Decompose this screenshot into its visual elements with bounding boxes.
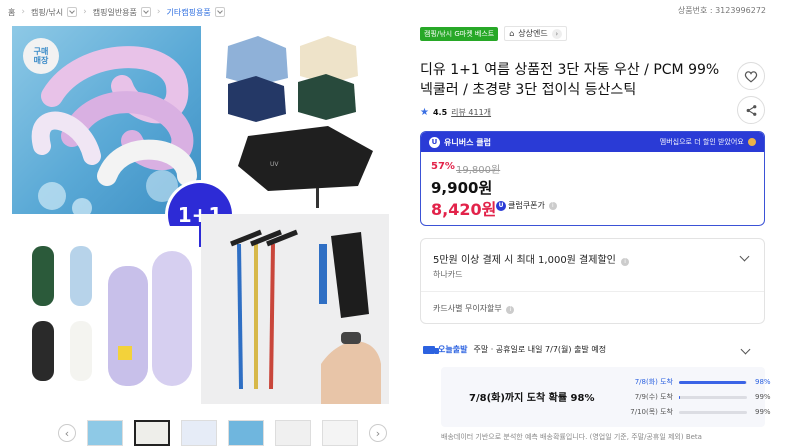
breadcrumb-item-general[interactable]: 캠핑일반용품 [93,7,137,18]
chevron-down-icon[interactable] [214,7,225,17]
installment-label: 카드사별 무이자할부 [433,304,502,313]
store-badge: 구매 매장 [23,38,59,74]
arrival-date: 7/8(화) 도착 [634,378,673,386]
breadcrumb-home[interactable]: 홈 [8,7,15,18]
payment-benefit-box[interactable]: 5만원 이상 결제 시 최대 1,000원 결제할인 i 하나카드 카드사별 무… [420,238,765,324]
coin-icon [748,138,756,146]
payment-discount-text: 5만원 이상 결제 시 최대 1,000원 결제할인 i [433,251,630,266]
thumbnail-item[interactable] [275,420,311,446]
product-info-pane: 캠핑/낚시 G마켓 베스트 ⌂ 상상엔드 › 디유 1+1 여름 상품전 3단 … [419,0,800,446]
product-image-umbrellas[interactable]: UV [208,26,390,214]
card-name: 하나카드 [433,270,463,279]
original-price: 19,800원 [456,165,501,176]
breadcrumb-item-current[interactable]: 기타캠핑용품 [167,7,211,18]
product-image-trekking-poles[interactable] [201,214,389,404]
delivery-headline: 주말 · 공휴일로 내일 7/7(월) 출발 예정 [473,345,607,354]
thumbnail-item[interactable] [134,420,170,446]
chevron-right-icon: › [21,7,25,17]
payment-discount-label: 5만원 이상 결제 시 최대 1,000원 결제할인 [433,255,616,266]
info-icon[interactable]: i [506,306,515,314]
product-title: 디유 1+1 여름 상품전 3단 자동 우산 / PCM 99% 넥쿨러 / 초… [420,62,720,98]
rating-row: ★ 4.5 리뷰 411개 [420,107,491,118]
chevron-down-icon[interactable] [140,7,151,17]
delivery-note: 배송데이터 기반으로 분석한 예측 배송확률입니다. (영업일 기준, 주말/공… [441,433,702,441]
arrival-pct: 98% [755,378,771,386]
svg-text:UV: UV [270,161,279,168]
arrival-row: 7/9(수) 도착 99% [623,392,777,402]
info-icon[interactable]: i [621,258,630,266]
tag-row: 캠핑/낚시 G마켓 베스트 ⌂ 상상엔드 › [420,26,567,41]
arrival-probability-box: 7/8(화)까지 도착 확률 98% 7/8(화) 도착 98% 7/9(수) … [441,367,771,427]
arrival-pct: 99% [755,393,771,401]
wishlist-button[interactable] [737,62,765,90]
delivery-section: 오늘출발 주말 · 공휴일로 내일 7/7(월) 출발 예정 7/8(화)까지 … [420,344,771,446]
thumbnail-item[interactable] [322,420,358,446]
arrival-row: 7/10(목) 도착 99% [623,407,777,417]
arrival-date: 7/10(목) 도착 [630,408,673,416]
discount-rate: 57% [431,161,455,172]
thumbnail-item[interactable] [228,420,264,446]
thumbnail-item[interactable] [181,420,217,446]
share-button[interactable] [737,96,765,124]
arrival-estimate: 7/8(화)까지 도착 확률 98% [469,393,595,404]
thumbnail-item[interactable] [87,420,123,446]
share-icon [746,104,756,116]
chevron-left-icon[interactable]: ‹ [58,424,76,442]
truck-icon [423,345,439,354]
club-logo-icon: U [496,200,506,211]
today-shipping-label: 오늘출발 [423,344,467,355]
arrival-pct: 99% [755,408,771,416]
universe-club-header[interactable]: U 유니버스 클럽 멤버십으로 더 할인 받았어요 [421,132,764,152]
club-coupon-text: 클럽쿠폰가 [508,201,545,210]
club-coupon-label[interactable]: U 클럽쿠폰가 i [496,200,557,211]
thumbnail-strip: ‹ › [58,420,387,446]
delivery-header[interactable]: 오늘출발 주말 · 공휴일로 내일 7/7(월) 출발 예정 [420,344,765,355]
chevron-down-icon[interactable] [739,251,750,262]
club-coupon-price: 8,420원 [431,200,497,219]
club-logo-icon: U [429,136,440,148]
installment-text: 카드사별 무이자할부 i [433,303,515,314]
chevron-right-icon: › [156,7,161,17]
heart-icon [744,70,758,82]
sale-price: 9,900원 [431,179,493,197]
club-header-label: 유니버스 클럽 [444,137,491,147]
review-count-link[interactable]: 리뷰 411개 [451,107,491,118]
arrival-date: 7/9(수) 도착 [634,393,673,401]
store-link[interactable]: ⌂ 상상엔드 › [504,26,567,41]
breadcrumb: 홈 › 캠핑/낚시 › 캠핑일반용품 › 기타캠핑용품 [8,4,225,20]
best-tag[interactable]: 캠핑/낚시 G마켓 베스트 [420,26,499,41]
star-icon: ★ [420,107,429,118]
info-icon[interactable]: i [548,201,557,210]
chevron-down-icon[interactable] [67,7,78,17]
breadcrumb-item-camping[interactable]: 캠핑/낚시 [31,7,63,18]
chevron-right-icon: › [83,7,87,17]
today-shipping-text: 오늘출발 [438,345,468,354]
store-name: 상상엔드 [518,29,548,38]
chevron-right-icon[interactable]: › [369,424,387,442]
arrival-row: 7/8(화) 도착 98% [623,377,777,387]
divider [421,291,764,292]
probability-bar [679,380,747,384]
probability-bar [679,395,747,399]
rating-score: 4.5 [432,108,448,117]
product-image-mini-umbrellas[interactable] [12,226,199,404]
club-header-note: 멤버십으로 더 할인 받았어요 [659,138,744,146]
probability-bar [679,410,747,414]
home-icon: ⌂ [509,29,515,38]
price-card: U 유니버스 클럽 멤버십으로 더 할인 받았어요 57% 19,800원 9,… [420,131,765,226]
chevron-right-icon: › [551,28,562,39]
